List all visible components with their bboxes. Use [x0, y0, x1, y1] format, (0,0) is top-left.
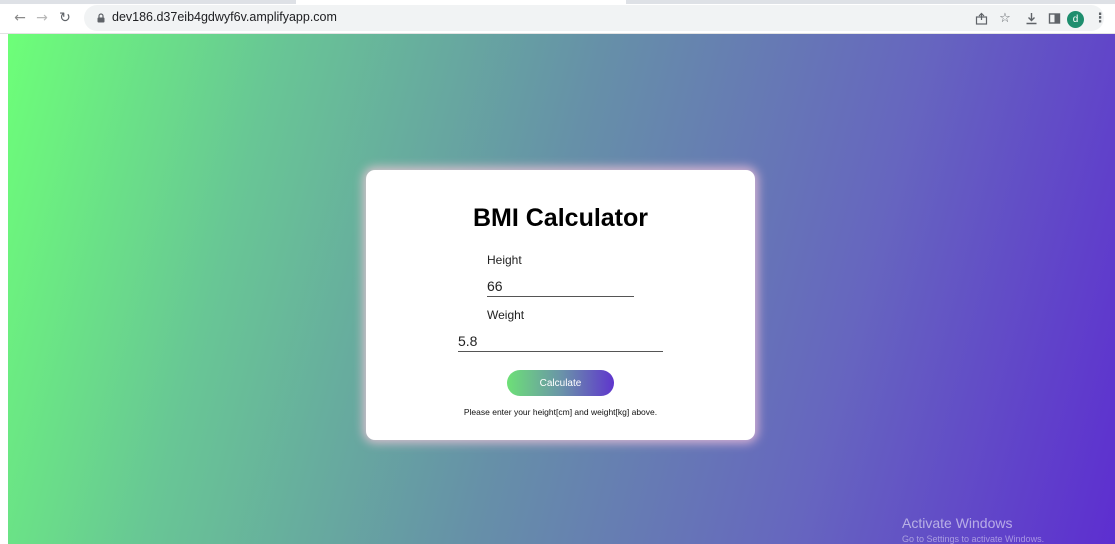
height-input[interactable] [487, 278, 634, 297]
page-viewport: BMI Calculator Height Weight Calculate P… [0, 34, 1115, 544]
weight-label: Weight [487, 308, 525, 322]
weight-input[interactable] [458, 333, 663, 352]
address-bar[interactable]: dev186.d37eib4gdwyf6v.amplifyapp.com [84, 5, 1104, 31]
share-icon[interactable] [973, 10, 989, 26]
side-panel-icon[interactable] [1046, 10, 1062, 26]
star-icon[interactable]: ☆ [997, 10, 1013, 26]
url-text[interactable]: dev186.d37eib4gdwyf6v.amplifyapp.com [112, 10, 337, 24]
download-icon[interactable] [1023, 10, 1039, 26]
kebab-menu-icon[interactable]: ⋮ [1092, 10, 1108, 26]
lock-icon[interactable] [96, 13, 106, 23]
page-title: BMI Calculator [472, 204, 649, 232]
back-arrow-icon[interactable]: ← [10, 8, 30, 28]
height-label: Height [487, 253, 522, 267]
activate-windows-title: Activate Windows [902, 515, 1013, 531]
bmi-card: BMI Calculator Height Weight Calculate P… [366, 170, 755, 440]
activate-windows-subtitle: Go to Settings to activate Windows. [902, 534, 1045, 544]
reload-icon[interactable]: ↻ [55, 8, 75, 28]
forward-arrow-icon[interactable]: → [32, 8, 52, 28]
calculate-button[interactable]: Calculate [507, 370, 614, 396]
hint-text: Please enter your height[cm] and weight[… [463, 407, 658, 417]
profile-avatar[interactable]: d [1067, 11, 1084, 28]
browser-toolbar: ← → ↻ dev186.d37eib4gdwyf6v.amplifyapp.c… [0, 4, 1115, 34]
